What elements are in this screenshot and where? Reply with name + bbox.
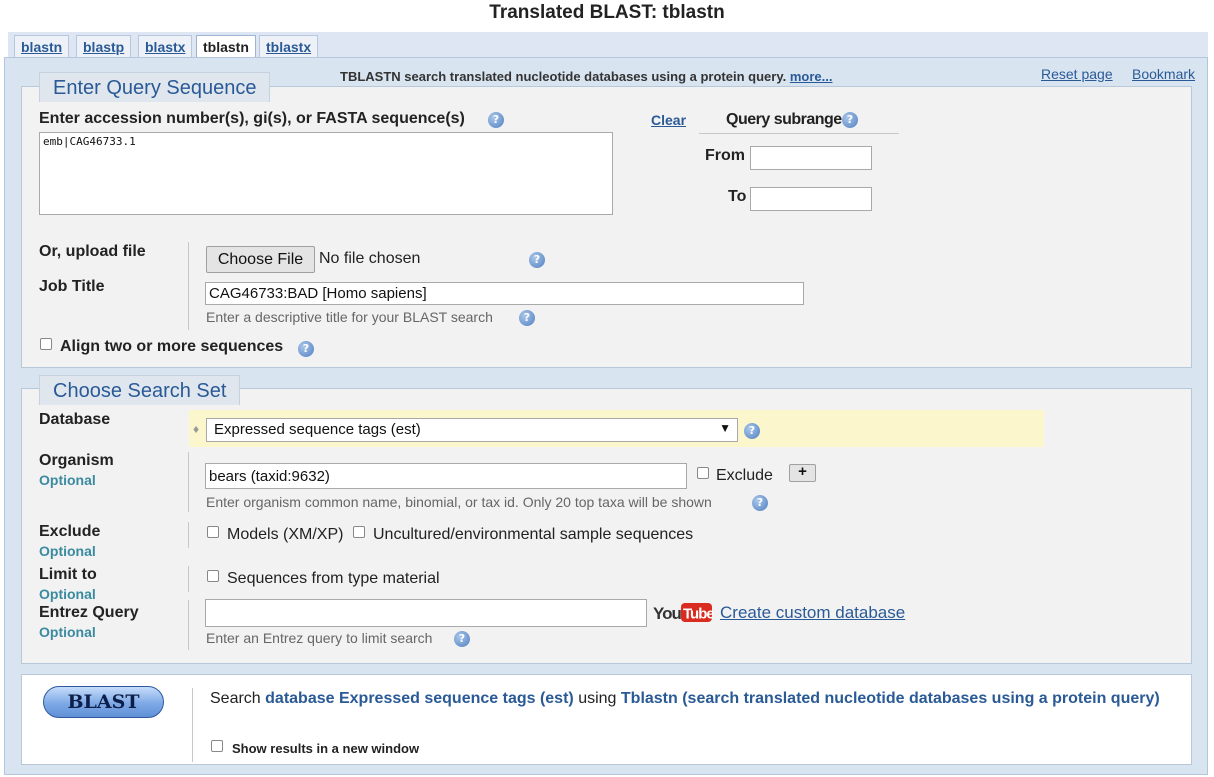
- models-checkbox[interactable]: [207, 526, 219, 538]
- tab-blastp[interactable]: blastp: [76, 35, 132, 58]
- diamond-marker-icon: ♦: [193, 422, 200, 436]
- reset-page-link[interactable]: Reset page: [1041, 66, 1113, 82]
- query-legend: Enter Query Sequence: [39, 72, 271, 102]
- database-select[interactable]: Expressed sequence tags (est) ▼: [206, 418, 738, 442]
- query-panel: [21, 86, 1192, 368]
- database-selected-value: Expressed sequence tags (est): [214, 421, 421, 438]
- blast-submit-button[interactable]: BLAST: [43, 686, 164, 718]
- limit-to-optional: Optional: [39, 586, 96, 602]
- page-title: Translated BLAST: tblastn: [489, 2, 725, 23]
- add-organism-button[interactable]: +: [789, 464, 816, 482]
- from-label: From: [705, 147, 745, 164]
- models-label: Models (XM/XP): [227, 526, 344, 543]
- upload-file-label: Or, upload file: [39, 243, 146, 260]
- uncultured-checkbox[interactable]: [353, 526, 365, 538]
- uncultured-label: Uncultured/environmental sample sequence…: [373, 526, 694, 543]
- help-icon[interactable]: ?: [519, 310, 535, 326]
- limit-to-label: Limit to: [39, 566, 97, 583]
- help-icon[interactable]: ?: [298, 341, 314, 357]
- to-label: To: [728, 188, 747, 205]
- tab-blastn[interactable]: blastn: [14, 35, 70, 58]
- organism-hint: Enter organism common name, binomial, or…: [206, 494, 712, 510]
- help-icon[interactable]: ?: [529, 252, 545, 268]
- more-link[interactable]: more...: [790, 69, 833, 84]
- subrange-divider: [699, 133, 899, 134]
- program-description: TBLASTN search translated nucleotide dat…: [340, 69, 832, 84]
- column-divider: [188, 452, 189, 512]
- help-icon[interactable]: ?: [752, 495, 768, 511]
- organism-label: Organism: [39, 452, 114, 469]
- subrange-from-input[interactable]: [750, 146, 872, 170]
- new-window-label: Show results in a new window: [232, 741, 420, 756]
- column-divider: [188, 242, 189, 330]
- entrez-hint: Enter an Entrez query to limit search: [206, 630, 433, 646]
- query-subrange-label: Query subrange: [726, 111, 842, 128]
- help-icon[interactable]: ?: [488, 112, 504, 128]
- column-divider: [188, 566, 189, 592]
- database-label: Database: [39, 411, 111, 428]
- job-title-label: Job Title: [39, 278, 105, 295]
- job-title-hint: Enter a descriptive title for your BLAST…: [206, 309, 493, 325]
- exclude-organism-label: Exclude: [716, 467, 773, 484]
- tab-blastx[interactable]: blastx: [138, 35, 193, 58]
- summary-using: using: [578, 690, 617, 707]
- subrange-to-input[interactable]: [750, 187, 872, 211]
- help-icon[interactable]: ?: [842, 112, 858, 128]
- query-sequence-label: Enter accession number(s), gi(s), or FAS…: [39, 110, 465, 127]
- column-divider: [188, 522, 189, 548]
- youtube-icon[interactable]: You Tube: [653, 602, 715, 623]
- summary-program: Tblastn (search translated nucleotide da…: [620, 690, 1160, 707]
- search-summary: Search database Expressed sequence tags …: [210, 687, 1170, 711]
- new-window-checkbox[interactable]: [211, 740, 223, 752]
- svg-text:Tube: Tube: [683, 606, 713, 623]
- svg-text:You: You: [653, 604, 681, 623]
- clear-link[interactable]: Clear: [651, 112, 686, 128]
- organism-optional: Optional: [39, 472, 96, 488]
- description-text: TBLASTN search translated nucleotide dat…: [340, 69, 787, 84]
- submit-divider: [192, 688, 193, 762]
- search-set-legend: Choose Search Set: [39, 375, 241, 405]
- entrez-optional: Optional: [39, 624, 96, 640]
- dropdown-arrow-icon: ▼: [719, 421, 731, 435]
- create-custom-database-link[interactable]: Create custom database: [720, 603, 905, 623]
- exclude-label: Exclude: [39, 523, 101, 540]
- exclude-optional: Optional: [39, 543, 96, 559]
- organism-input[interactable]: [205, 463, 687, 489]
- align-sequences-checkbox[interactable]: [40, 338, 52, 350]
- entrez-query-label: Entrez Query: [39, 604, 139, 621]
- help-icon[interactable]: ?: [454, 631, 470, 647]
- summary-database: database Expressed sequence tags (est): [265, 690, 574, 707]
- align-sequences-label: Align two or more sequences: [60, 338, 284, 355]
- type-material-label: Sequences from type material: [227, 570, 440, 587]
- column-divider: [188, 600, 189, 650]
- query-sequence-input[interactable]: emb|CAG46733.1: [39, 132, 613, 215]
- job-title-input[interactable]: [205, 282, 804, 305]
- no-file-chosen-text: No file chosen: [319, 250, 421, 267]
- entrez-query-input[interactable]: [205, 599, 647, 627]
- help-icon[interactable]: ?: [744, 423, 760, 439]
- exclude-organism-checkbox[interactable]: [697, 467, 709, 479]
- bookmark-link[interactable]: Bookmark: [1132, 66, 1195, 82]
- summary-prefix: Search: [210, 690, 261, 707]
- tab-tblastx[interactable]: tblastx: [259, 35, 319, 58]
- choose-file-button[interactable]: Choose File: [206, 246, 315, 273]
- type-material-checkbox[interactable]: [207, 570, 219, 582]
